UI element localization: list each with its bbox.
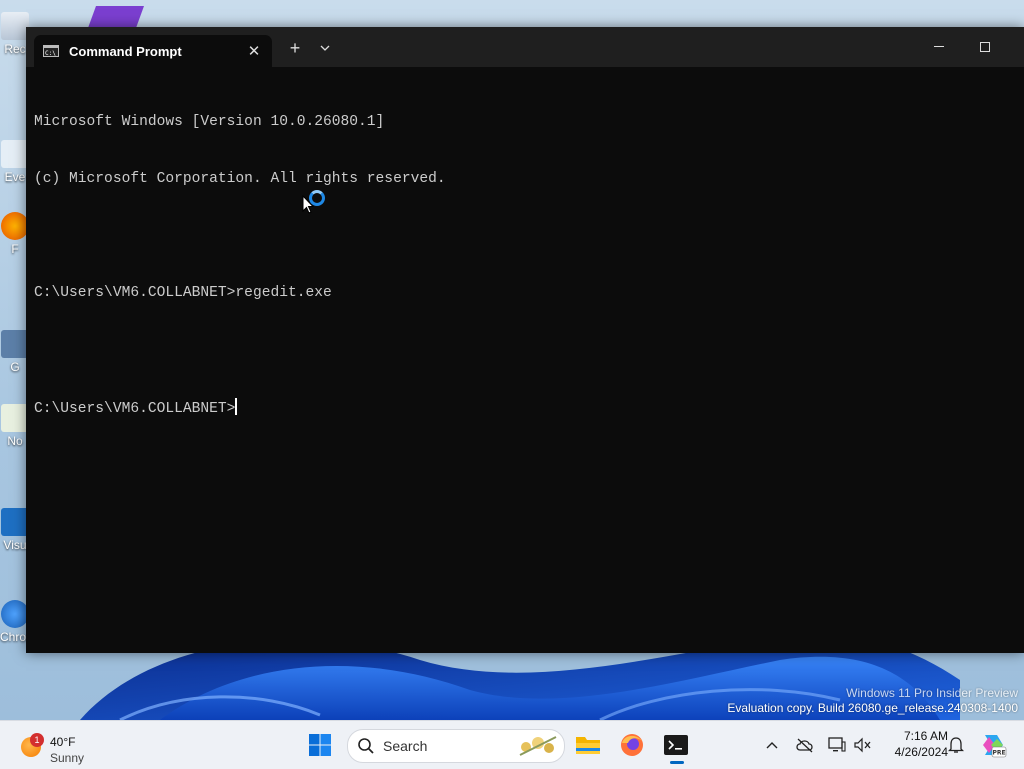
console-prompt-line[interactable]: C:\Users\VM6.COLLABNET> bbox=[34, 398, 1014, 417]
firefox-button[interactable] bbox=[614, 727, 650, 763]
minimize-icon bbox=[934, 46, 944, 47]
volume-button[interactable] bbox=[851, 733, 875, 757]
tab-title: Command Prompt bbox=[69, 43, 182, 59]
active-app-indicator bbox=[670, 761, 684, 764]
show-hidden-icons-button[interactable] bbox=[760, 733, 784, 757]
copilot-button[interactable]: PRE bbox=[979, 731, 1007, 759]
chevron-down-icon bbox=[320, 45, 330, 51]
firefox-icon bbox=[621, 734, 643, 756]
tab-dropdown-button[interactable] bbox=[312, 35, 338, 61]
text-caret bbox=[235, 398, 238, 415]
volume-muted-icon bbox=[854, 737, 871, 753]
notepad-icon bbox=[1, 404, 29, 432]
svg-text:PRE: PRE bbox=[992, 750, 1005, 757]
onedrive-button[interactable] bbox=[793, 733, 817, 757]
console-line: Microsoft Windows [Version 10.0.26080.1] bbox=[34, 114, 385, 130]
svg-text:C:\: C:\ bbox=[45, 50, 56, 57]
taskbar-search-box[interactable]: Search bbox=[347, 729, 565, 763]
search-placeholder: Search bbox=[383, 738, 428, 754]
visual-studio-icon bbox=[1, 508, 29, 536]
terminal-icon bbox=[664, 735, 688, 755]
file-explorer-button[interactable] bbox=[570, 727, 606, 763]
console-line: C:\Users\VM6.COLLABNET>regedit.exe bbox=[34, 285, 332, 301]
busy-spinner-icon bbox=[309, 190, 325, 206]
search-icon bbox=[358, 738, 374, 754]
taskbar-clock[interactable]: 7:16 AM 4/26/2024 bbox=[878, 728, 948, 760]
network-button[interactable] bbox=[825, 733, 849, 757]
chevron-up-icon bbox=[766, 742, 778, 749]
taskbar: 1 40°F Sunny Search 7:16 AM 4/26/2024 PR… bbox=[0, 720, 1024, 769]
weather-condition: Sunny bbox=[50, 751, 85, 765]
folder-icon bbox=[576, 737, 600, 754]
terminal-window[interactable]: C:\ Command Prompt ✕ + Microsoft Windows… bbox=[26, 27, 1024, 653]
cloud-offline-icon bbox=[796, 738, 813, 753]
chromium-icon bbox=[1, 600, 29, 628]
weather-temperature: 40°F bbox=[50, 735, 76, 749]
maximize-button[interactable] bbox=[962, 27, 1008, 67]
maximize-icon bbox=[980, 42, 990, 52]
tab-close-button[interactable]: ✕ bbox=[240, 37, 268, 65]
tab-command-prompt[interactable]: C:\ Command Prompt ✕ bbox=[34, 35, 272, 67]
weather-widget[interactable]: 1 40°F Sunny bbox=[18, 727, 108, 765]
console-line: (c) Microsoft Corporation. All rights re… bbox=[34, 171, 446, 187]
console-prompt: C:\Users\VM6.COLLABNET> bbox=[34, 401, 236, 417]
notifications-button[interactable] bbox=[944, 733, 968, 757]
console-output[interactable]: Microsoft Windows [Version 10.0.26080.1]… bbox=[34, 75, 1014, 645]
search-highlight-icon bbox=[519, 736, 557, 756]
bell-icon bbox=[948, 737, 964, 753]
minimize-button[interactable] bbox=[916, 27, 962, 67]
firefox-icon bbox=[1, 212, 29, 240]
recycle-bin-icon bbox=[1, 12, 29, 40]
clock-date: 4/26/2024 bbox=[894, 745, 948, 759]
network-icon bbox=[828, 737, 846, 752]
clock-time: 7:16 AM bbox=[903, 729, 948, 743]
notification-badge: 1 bbox=[30, 733, 44, 747]
evaluation-watermark: Windows 11 Pro Insider Preview Evaluatio… bbox=[727, 686, 1018, 715]
visual-studio-desktop-icon[interactable] bbox=[87, 6, 145, 28]
terminal-button[interactable] bbox=[658, 727, 694, 763]
shortcut-icon bbox=[1, 140, 29, 168]
title-bar[interactable]: C:\ Command Prompt ✕ + bbox=[26, 27, 1024, 67]
command-prompt-icon: C:\ bbox=[43, 45, 59, 57]
shortcut-icon bbox=[1, 330, 29, 358]
start-button[interactable] bbox=[308, 733, 332, 757]
new-tab-button[interactable]: + bbox=[282, 35, 308, 61]
